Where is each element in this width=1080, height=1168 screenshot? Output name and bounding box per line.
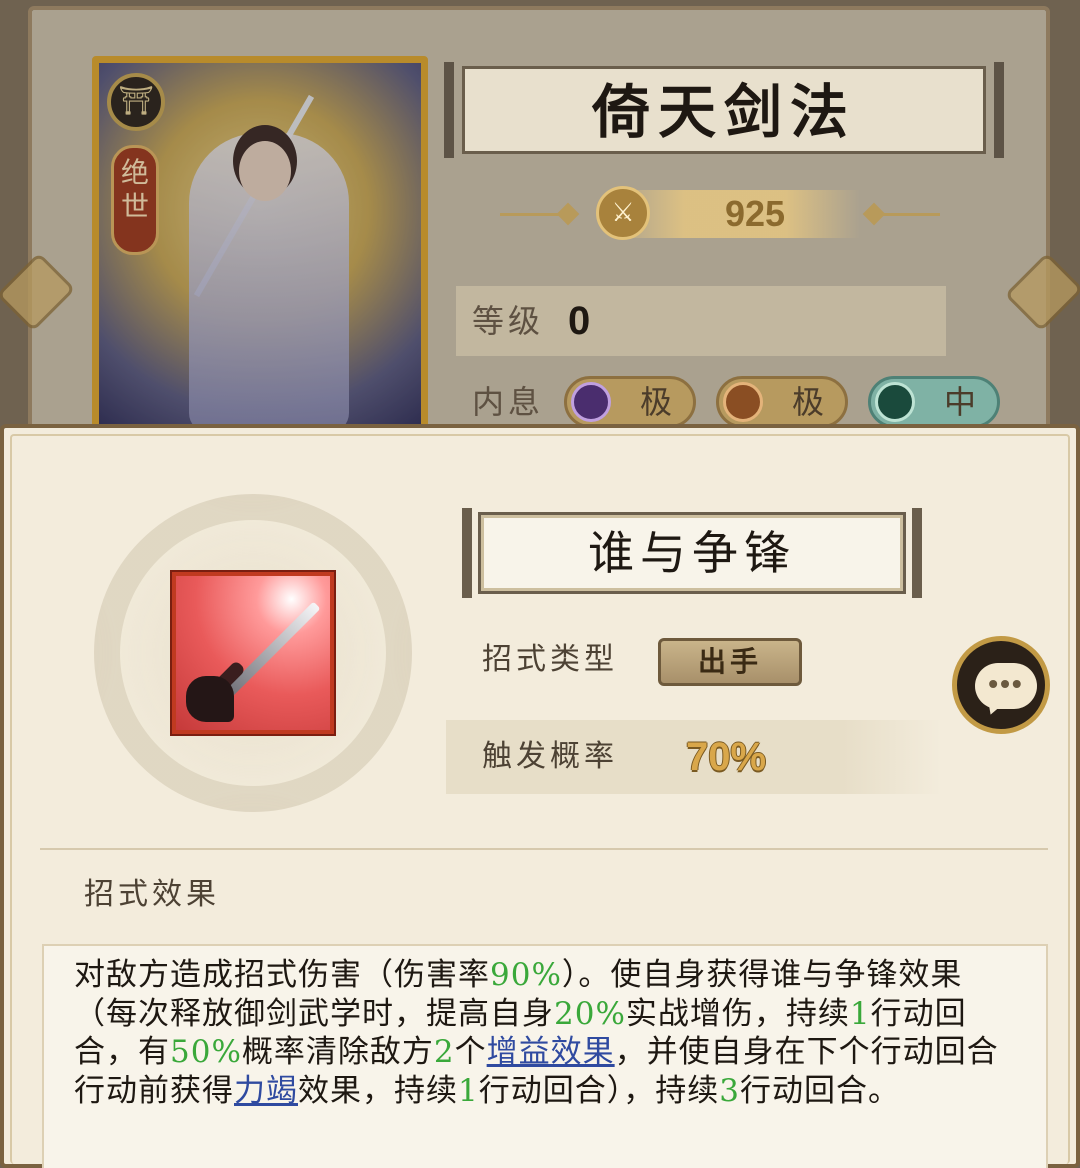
power-row: ⚔ 925 <box>500 182 940 246</box>
chance-label: 触发概率 <box>482 739 618 774</box>
divider <box>40 848 1048 850</box>
type-label: 招式类型 <box>482 642 618 677</box>
skill-detail-popup: 谁与争锋 招式类型 出手 触发概率 70% ••• 招式效果 对敌方造成招式伤害… <box>0 424 1080 1168</box>
desc-value: 3 <box>719 1072 740 1109</box>
energy-pill-orange: 极 <box>716 376 848 428</box>
energy-pill-green: 中 <box>868 376 1000 428</box>
energy-label: 内息 <box>472 383 545 421</box>
power-line-right <box>880 213 940 216</box>
level-value: 0 <box>568 299 591 343</box>
desc-value: 1 <box>849 995 871 1032</box>
power-line-left <box>500 213 560 216</box>
desc-text: 对敌方造成招式伤害（伤害率 <box>74 957 490 993</box>
desc-text: 行动回合），持续 <box>478 1072 720 1109</box>
purple-orb-icon <box>571 382 611 422</box>
desc-text: 个 <box>454 1034 487 1070</box>
level-row: 等级 0 <box>456 286 946 356</box>
character-card: ⛩ 绝世 <box>92 56 428 436</box>
power-value: 925 <box>724 193 786 234</box>
chance-value: 70% <box>686 735 767 779</box>
type-badge: 出手 <box>658 638 802 686</box>
desc-text: 概率清除敌方 <box>241 1034 434 1070</box>
energy-level-2: 极 <box>791 383 824 421</box>
skill-icon-hand <box>186 676 234 722</box>
effect-header: 招式效果 <box>84 877 220 912</box>
chat-bubble-icon: ••• <box>975 663 1037 709</box>
card-shade <box>99 63 421 429</box>
desc-value: 90% <box>490 957 562 993</box>
level-label: 等级 <box>472 302 545 340</box>
green-orb-icon <box>875 382 915 422</box>
power-icon: ⚔ <box>596 186 650 240</box>
buff-effect-link[interactable]: 增益效果 <box>487 1034 615 1070</box>
chat-button[interactable]: ••• <box>952 636 1050 734</box>
skill-title: 谁与争锋 <box>478 512 906 594</box>
desc-text: 实战增伤，持续 <box>625 995 850 1032</box>
chat-dots: ••• <box>988 668 1024 699</box>
skill-description: 对敌方造成招式伤害（伤害率90%）。使自身获得谁与争锋效果（每次释放御剑武学时，… <box>74 956 1016 1110</box>
energy-level-3: 中 <box>943 383 976 421</box>
desc-text: 效果，持续 <box>298 1072 458 1109</box>
exhaustion-link[interactable]: 力竭 <box>234 1073 298 1109</box>
energy-level-1: 极 <box>639 383 672 421</box>
desc-value: 20% <box>554 995 626 1032</box>
desc-value: 1 <box>458 1072 479 1109</box>
power-diamond-left <box>556 202 580 226</box>
skill-icon-blade <box>221 601 321 701</box>
description-box: 对敌方造成招式伤害（伤害率90%）。使自身获得谁与争锋效果（每次释放御剑武学时，… <box>42 944 1048 1168</box>
energy-pill-purple: 极 <box>564 376 696 428</box>
desc-value: 50% <box>170 1034 242 1070</box>
desc-text: 行动回合。 <box>739 1072 900 1109</box>
art-title: 倚天剑法 <box>462 66 986 154</box>
orange-orb-icon <box>723 382 763 422</box>
trigger-chance-row: 触发概率 70% <box>446 720 942 794</box>
desc-value: 2 <box>433 1034 455 1070</box>
sword-slash-icon <box>170 570 336 736</box>
